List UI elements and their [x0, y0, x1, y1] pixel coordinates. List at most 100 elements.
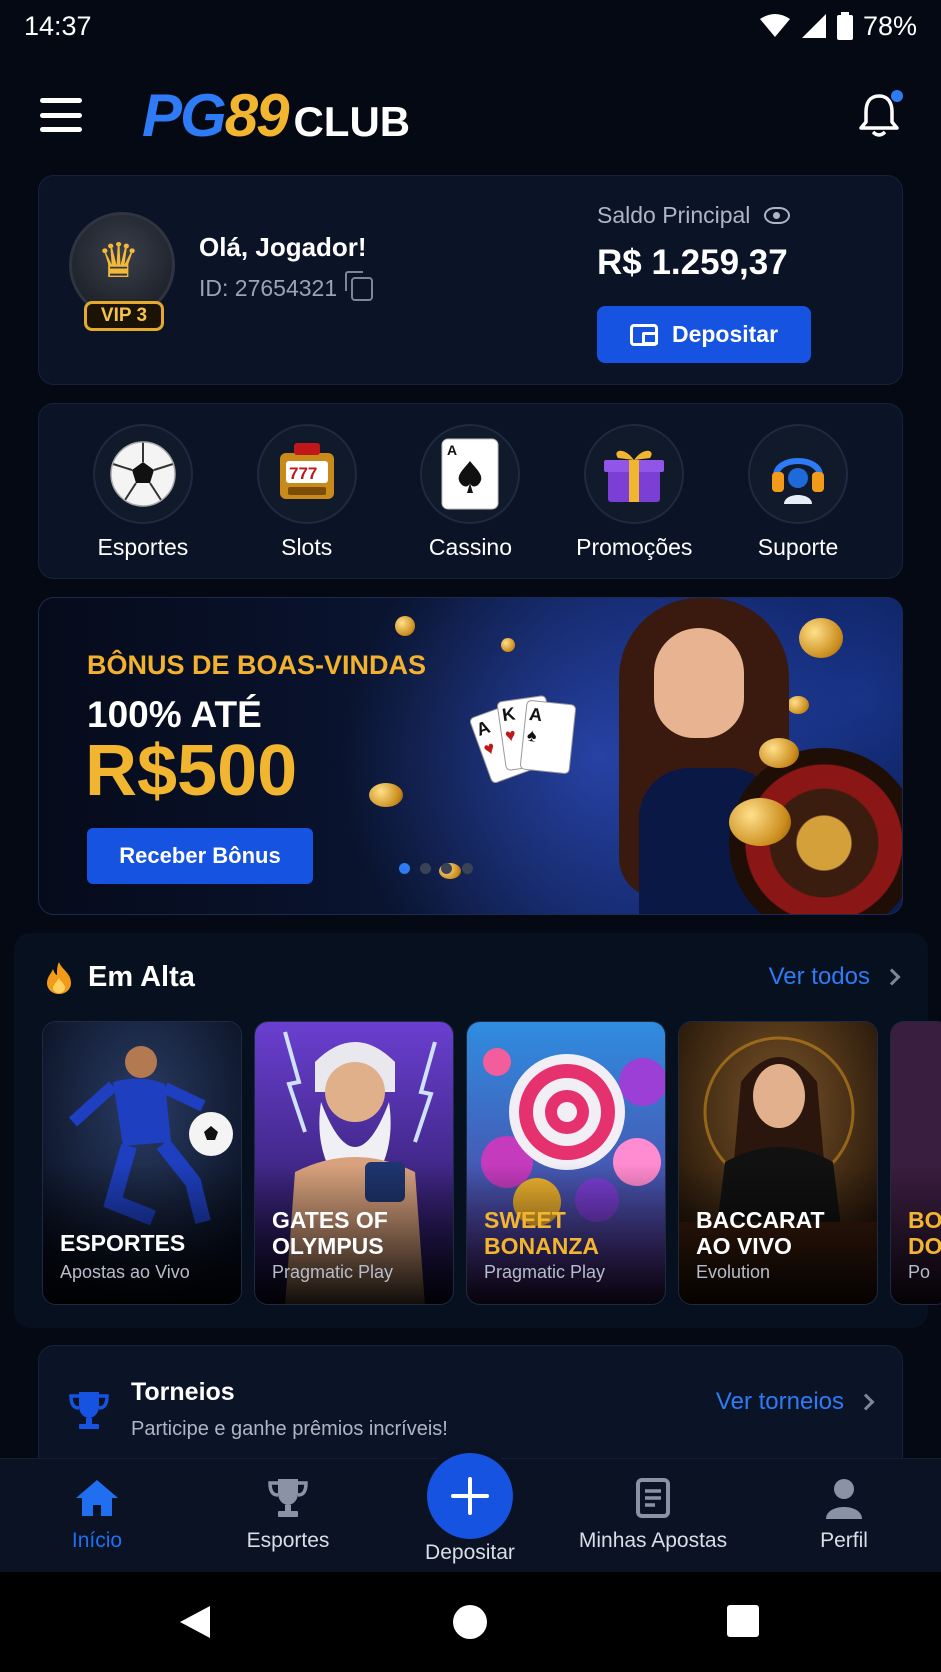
svg-text:777: 777 [289, 464, 317, 483]
coin-decoration [759, 738, 799, 768]
game-title: GATES OF OLYMPUS [272, 1207, 388, 1259]
game-provider: Po [908, 1262, 931, 1282]
deposit-fab-label: Depositar [425, 1541, 515, 1564]
category-slots[interactable]: 777 Slots [227, 424, 387, 578]
svg-text:A: A [447, 442, 457, 458]
nav-minhas-apostas[interactable]: Minhas Apostas [573, 1477, 733, 1553]
nav-label: Esportes [246, 1529, 330, 1552]
player-id-text: ID: 27654321 [199, 275, 338, 301]
coin-decoration [729, 798, 791, 846]
signal-icon [801, 14, 826, 38]
carousel-dot-4[interactable] [462, 863, 473, 874]
wallet-icon [629, 323, 658, 346]
coin-decoration [369, 783, 403, 807]
category-label: Cassino [428, 534, 513, 560]
category-esportes[interactable]: Esportes [63, 424, 223, 578]
tournaments-title: Torneios [131, 1378, 235, 1406]
brand-logo[interactable]: PG 89 CLUB [142, 81, 410, 150]
banner-kicker: BÔNUS DE BOAS-VINDAS [87, 650, 427, 680]
carousel-dots [399, 863, 473, 874]
game-title: BO DO [908, 1207, 941, 1259]
promo-banner[interactable]: A ♥ K ♥ A ♠ BÔNUS DE BOAS-VINDAS 100% ATÉ R… [38, 597, 903, 915]
nav-esportes[interactable]: Esportes [208, 1477, 368, 1553]
banner-amount: R$500 [85, 731, 298, 811]
bet-slip-icon [635, 1477, 671, 1519]
user-icon [824, 1477, 864, 1519]
deposit-fab-button[interactable] [427, 1453, 513, 1539]
chevron-right-icon [857, 1393, 875, 1411]
tournaments-subtitle: Participe e ganhe prêmios incríveis! [131, 1418, 448, 1440]
notification-bell-icon[interactable] [857, 90, 903, 138]
eye-icon[interactable] [764, 207, 791, 224]
home-icon [74, 1477, 120, 1519]
notification-dot [891, 90, 903, 102]
avatar[interactable]: ♛ VIP 3 [69, 212, 175, 331]
recents-square-icon[interactable] [726, 1604, 760, 1638]
deposit-button-label: Depositar [671, 321, 779, 347]
logo-89: 89 [224, 81, 290, 149]
game-title: ESPORTES [60, 1230, 186, 1256]
game-card-gates-of-olympus[interactable]: GATES OF OLYMPUS Pragmatic Play [254, 1021, 454, 1305]
carousel-dot-2[interactable] [420, 863, 431, 874]
profile-card: ♛ VIP 3 Olá, Jogador! ID: 27654321 Saldo… [38, 175, 903, 385]
balance-label: Saldo Principal [597, 202, 791, 229]
nav-perfil[interactable]: Perfil [764, 1477, 924, 1553]
trending-section: Em Alta Ver todos ESPORTES Apostas ao Vi… [14, 933, 941, 1328]
game-card-esportes[interactable]: ESPORTES Apostas ao Vivo [42, 1021, 242, 1305]
game-card-partial[interactable]: BO DO Po [890, 1021, 941, 1305]
vip-badge: VIP 3 [84, 301, 164, 331]
bottom-navigation: Início Esportes Depositar Minhas Apostas… [0, 1453, 941, 1572]
category-label: Suporte [757, 534, 839, 560]
battery-percent: 78% [862, 10, 917, 41]
status-icons: 78% [759, 11, 917, 42]
game-provider: Pragmatic Play [484, 1262, 606, 1282]
crown-icon: ♛ [97, 235, 141, 288]
status-time: 14:37 [24, 10, 92, 41]
section-title: Em Alta [88, 961, 195, 993]
category-promocoes[interactable]: Promoções [554, 424, 714, 578]
trophy-icon [67, 1388, 111, 1442]
category-suporte[interactable]: Suporte [718, 424, 878, 578]
balance-value: R$ 1.259,37 [597, 243, 788, 282]
see-all-label: Ver todos [768, 963, 870, 990]
soccer-ball-icon [92, 424, 193, 524]
wifi-icon [759, 14, 790, 37]
game-title: BACCARAT AO VIVO [696, 1207, 825, 1259]
deposit-button[interactable]: Depositar [597, 306, 811, 363]
game-carousel: ESPORTES Apostas ao Vivo GATES OF OLYMPU… [42, 1021, 941, 1305]
see-tournaments-label: Ver torneios [715, 1388, 844, 1415]
carousel-dot-1[interactable] [399, 863, 410, 874]
player-id: ID: 27654321 [199, 270, 374, 302]
copy-icon[interactable] [345, 270, 374, 301]
status-bar: 14:37 78% [0, 0, 941, 52]
playing-card-icon: A [420, 424, 521, 524]
see-all-link[interactable]: Ver todos [768, 963, 901, 991]
battery-icon [836, 12, 853, 40]
see-tournaments-link[interactable]: Ver torneios [715, 1388, 875, 1416]
trophy-icon [266, 1477, 310, 1519]
category-cassino[interactable]: A Cassino [390, 424, 550, 578]
slot-machine-icon: 777 [256, 424, 357, 524]
logo-pg: PG [142, 81, 227, 149]
hamburger-menu-icon[interactable] [40, 98, 82, 132]
carousel-dot-3[interactable] [441, 863, 452, 874]
gift-icon [584, 424, 685, 524]
category-label: Slots [281, 534, 333, 560]
category-label: Esportes [97, 534, 189, 560]
category-bar: Esportes 777 Slots A Cassino Promoções S… [38, 403, 903, 579]
game-title: SWEET BONANZA [484, 1207, 599, 1259]
greeting-text: Olá, Jogador! [199, 232, 367, 262]
game-provider: Pragmatic Play [272, 1262, 394, 1282]
nav-label: Minhas Apostas [578, 1529, 728, 1552]
game-provider: Apostas ao Vivo [60, 1262, 190, 1282]
game-card-baccarat-ao-vivo[interactable]: BACCARAT AO VIVO Evolution [678, 1021, 878, 1305]
back-icon[interactable] [178, 1604, 212, 1640]
chevron-right-icon [883, 968, 901, 986]
system-navigation-bar [0, 1572, 941, 1672]
game-card-sweet-bonanza[interactable]: SWEET BONANZA Pragmatic Play [466, 1021, 666, 1305]
nav-inicio[interactable]: Início [17, 1477, 177, 1553]
home-circle-icon[interactable] [452, 1604, 488, 1640]
claim-bonus-button[interactable]: Receber Bônus [87, 828, 313, 884]
balance-label-text: Saldo Principal [597, 202, 751, 228]
coin-decoration [395, 616, 415, 636]
